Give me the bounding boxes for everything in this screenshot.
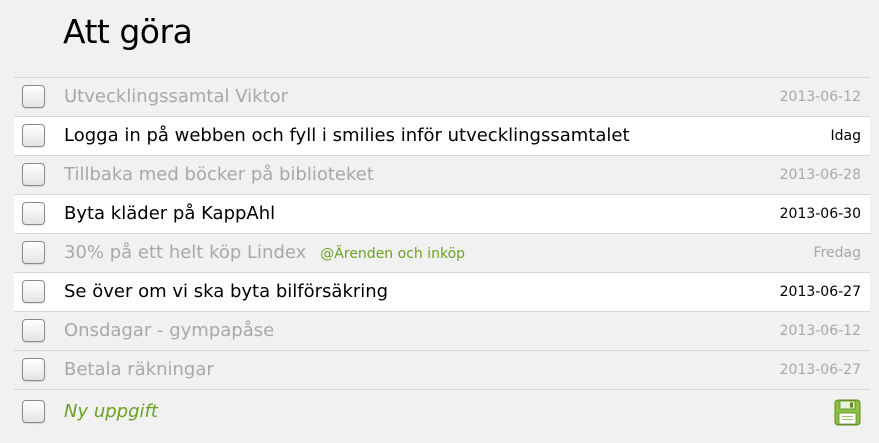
- task-checkbox[interactable]: [22, 163, 45, 186]
- task-label[interactable]: Utvecklingssamtal Viktor: [64, 78, 288, 116]
- task-row[interactable]: Se över om vi ska byta bilförsäkring 201…: [14, 273, 870, 312]
- task-row[interactable]: Byta kläder på KappAhl 2013-06-30: [14, 195, 870, 234]
- task-tag-link[interactable]: @Ärenden och inköp: [320, 246, 465, 262]
- task-date: 2013-06-28: [779, 167, 861, 183]
- todo-page: Att göra Utvecklingssamtal Viktor 2013-0…: [0, 0, 879, 443]
- task-date: Idag: [830, 128, 861, 144]
- page-title: Att göra: [63, 12, 193, 51]
- task-label[interactable]: Logga in på webben och fyll i smilies in…: [64, 117, 630, 155]
- task-checkbox[interactable]: [22, 241, 45, 264]
- task-checkbox[interactable]: [22, 319, 45, 342]
- floppy-disk-icon[interactable]: [834, 399, 861, 426]
- task-checkbox[interactable]: [22, 85, 45, 108]
- task-row[interactable]: Logga in på webben och fyll i smilies in…: [14, 117, 870, 156]
- task-date: 2013-06-27: [779, 362, 861, 378]
- task-row[interactable]: Onsdagar - gympapåse 2013-06-12: [14, 312, 870, 351]
- task-row[interactable]: Betala räkningar 2013-06-27: [14, 351, 870, 390]
- task-checkbox[interactable]: [22, 280, 45, 303]
- task-label[interactable]: Se över om vi ska byta bilförsäkring: [64, 273, 388, 311]
- task-label[interactable]: Onsdagar - gympapåse: [64, 312, 274, 350]
- task-date: 2013-06-12: [779, 323, 861, 339]
- task-row[interactable]: 30% på ett helt köp Lindex @Ärenden och i…: [14, 234, 870, 273]
- new-task-checkbox[interactable]: [22, 400, 45, 423]
- task-label[interactable]: Betala räkningar: [64, 351, 214, 389]
- task-label[interactable]: Byta kläder på KappAhl: [64, 195, 275, 233]
- task-label[interactable]: 30% på ett helt köp Lindex @Ärenden och i…: [64, 234, 465, 272]
- task-date: 2013-06-27: [779, 284, 861, 300]
- task-row[interactable]: Tillbaka med böcker på biblioteket 2013-…: [14, 156, 870, 195]
- task-list: Utvecklingssamtal Viktor 2013-06-12 Logg…: [14, 77, 870, 434]
- task-row[interactable]: Utvecklingssamtal Viktor 2013-06-12: [14, 78, 870, 117]
- task-checkbox[interactable]: [22, 124, 45, 147]
- task-checkbox[interactable]: [22, 202, 45, 225]
- new-task-row: Ny uppgift: [14, 390, 870, 434]
- new-task-input[interactable]: Ny uppgift: [64, 390, 158, 434]
- task-date: 2013-06-12: [779, 89, 861, 105]
- task-date: Fredag: [813, 245, 861, 261]
- task-checkbox[interactable]: [22, 358, 45, 381]
- task-date: 2013-06-30: [779, 206, 861, 222]
- task-label[interactable]: Tillbaka med böcker på biblioteket: [64, 156, 374, 194]
